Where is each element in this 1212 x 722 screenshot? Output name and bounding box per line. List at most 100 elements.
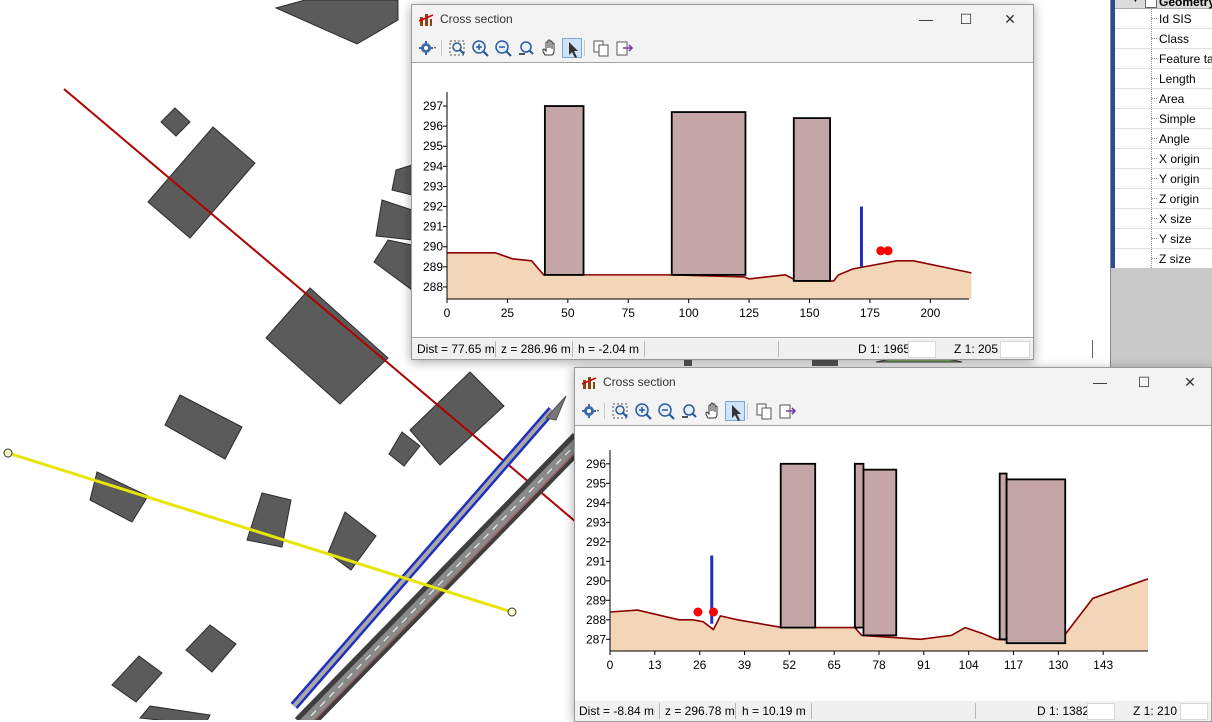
settings-icon (582, 404, 599, 418)
tree-guide (1151, 238, 1157, 239)
x-tick-label: 125 (739, 306, 759, 320)
property-label: Angle (1159, 132, 1190, 146)
property-row[interactable]: Y origin (1115, 169, 1212, 189)
road-grey[interactable] (294, 433, 588, 720)
zoom-extent-button[interactable] (610, 401, 630, 421)
plot-area[interactable]: 288 289 290 291 292 293 294 295 296 297 0 25 50 75 100… (412, 62, 1033, 338)
minimize-button[interactable]: — (911, 9, 941, 29)
y-tick-label: 296 (423, 119, 443, 133)
status-z: z = 286.96 m (501, 342, 571, 356)
panel-empty-area (1115, 268, 1212, 370)
y-tick-label: 293 (586, 515, 606, 529)
collapse-icon[interactable]: ▼ (1131, 0, 1140, 4)
cross-section-chart[interactable]: 287 288 289 290 291 292 293 294 295 296 0 13 26 39 52 6… (575, 426, 1209, 701)
property-row[interactable]: Z size (1115, 249, 1212, 269)
intersection-marker[interactable] (693, 607, 703, 617)
maximize-button[interactable]: ☐ (1129, 372, 1159, 392)
status-divider (778, 341, 779, 357)
toolbar-separator (441, 40, 442, 56)
x-tick-label: 78 (872, 658, 886, 672)
settings-button[interactable] (416, 38, 436, 58)
zoom-extent-button[interactable] (447, 38, 467, 58)
export-button[interactable] (777, 401, 797, 421)
x-tick-label: 150 (799, 306, 819, 320)
property-row[interactable]: Length (1115, 69, 1212, 89)
road-yellow-line[interactable] (7, 451, 513, 614)
building-section[interactable] (862, 468, 898, 637)
splitter[interactable] (1092, 340, 1093, 358)
y-tick-label: 291 (586, 554, 606, 568)
vertex-handle[interactable] (507, 607, 517, 617)
z-scale-box[interactable] (1000, 341, 1030, 358)
building-footprint (185, 624, 237, 673)
close-button[interactable]: ✕ (995, 9, 1025, 29)
copy-button[interactable] (754, 401, 774, 421)
settings-button[interactable] (579, 401, 599, 421)
zoom-in-button[interactable] (470, 38, 490, 58)
select-arrow-button[interactable] (562, 38, 582, 58)
copy-button[interactable] (591, 38, 611, 58)
intersection-marker[interactable] (883, 246, 893, 256)
property-row[interactable]: Angle (1115, 129, 1212, 149)
zoom-out-button[interactable] (493, 38, 513, 58)
building-section[interactable] (792, 117, 831, 282)
building-footprint (111, 655, 163, 703)
property-row[interactable]: Id SIS (1115, 9, 1212, 29)
cross-section-chart[interactable]: 288 289 290 291 292 293 294 295 296 297 0 25 50 75 100… (412, 63, 1031, 337)
building-section[interactable] (853, 462, 865, 629)
building-section[interactable] (998, 472, 1008, 641)
zoom-extent-icon (612, 403, 628, 419)
building-section[interactable] (779, 462, 817, 629)
status-z: z = 296.78 m (665, 704, 735, 718)
zoom-previous-button[interactable] (516, 38, 536, 58)
panel-header-label: Geometry (1159, 0, 1212, 9)
cross-section-window-1[interactable]: Cross section — ☐ ✕ 288 289 290 291 292 293 29… (411, 4, 1034, 360)
tree-guide (1151, 178, 1157, 179)
property-row[interactable]: Class (1115, 29, 1212, 49)
building-section[interactable] (1005, 478, 1067, 645)
zoom-out-icon (495, 40, 512, 57)
property-row[interactable]: Z origin (1115, 189, 1212, 209)
property-row[interactable]: Y size (1115, 229, 1212, 249)
status-divider (572, 341, 573, 357)
export-button[interactable] (614, 38, 634, 58)
minimize-button[interactable]: — (1085, 372, 1115, 392)
property-row[interactable]: Feature tab (1115, 49, 1212, 69)
zoom-out-button[interactable] (656, 401, 676, 421)
zoom-in-button[interactable] (633, 401, 653, 421)
building-footprint (373, 239, 413, 291)
property-row[interactable]: X origin (1115, 149, 1212, 169)
x-tick-label: 39 (738, 658, 752, 672)
x-tick-label: 65 (827, 658, 841, 672)
close-button[interactable]: ✕ (1175, 372, 1205, 392)
d-scale-box[interactable] (1087, 703, 1115, 720)
status-h: h = -2.04 m (578, 342, 640, 356)
pan-hand-button[interactable] (539, 38, 559, 58)
property-row[interactable]: X size (1115, 209, 1212, 229)
building-section[interactable] (670, 111, 747, 276)
property-label: Id SIS (1159, 12, 1192, 26)
title-bar[interactable]: Cross section — ☐ ✕ (575, 368, 1211, 396)
window-title: Cross section (603, 375, 676, 389)
road-blue-line[interactable] (290, 407, 556, 709)
title-bar[interactable]: Cross section — ☐ ✕ (412, 5, 1033, 33)
property-row[interactable]: Area (1115, 89, 1212, 109)
select-arrow-button[interactable] (725, 401, 745, 421)
property-row[interactable]: Simple (1115, 109, 1212, 129)
maximize-button[interactable]: ☐ (951, 9, 981, 29)
panel-header[interactable]: ▼ Geometry (1115, 0, 1212, 9)
vertex-handle[interactable] (3, 448, 13, 458)
property-label: Area (1159, 92, 1185, 106)
intersection-marker[interactable] (708, 607, 718, 617)
status-z-scale: Z 1: 205 (954, 342, 999, 356)
y-tick-label: 288 (586, 613, 606, 627)
z-scale-box[interactable] (1180, 703, 1208, 720)
plot-area[interactable]: 287 288 289 290 291 292 293 294 295 296 0 13 26 39 52 6… (575, 425, 1211, 702)
pan-hand-button[interactable] (702, 401, 722, 421)
status-h: h = 10.19 m (742, 704, 806, 718)
d-scale-box[interactable] (908, 341, 936, 358)
cross-section-window-2[interactable]: Cross section — ☐ ✕ 287 288 289 290 291 292 29… (574, 367, 1212, 722)
zoom-previous-button[interactable] (679, 401, 699, 421)
toolbar-separator (584, 40, 585, 56)
building-section[interactable] (543, 105, 585, 276)
